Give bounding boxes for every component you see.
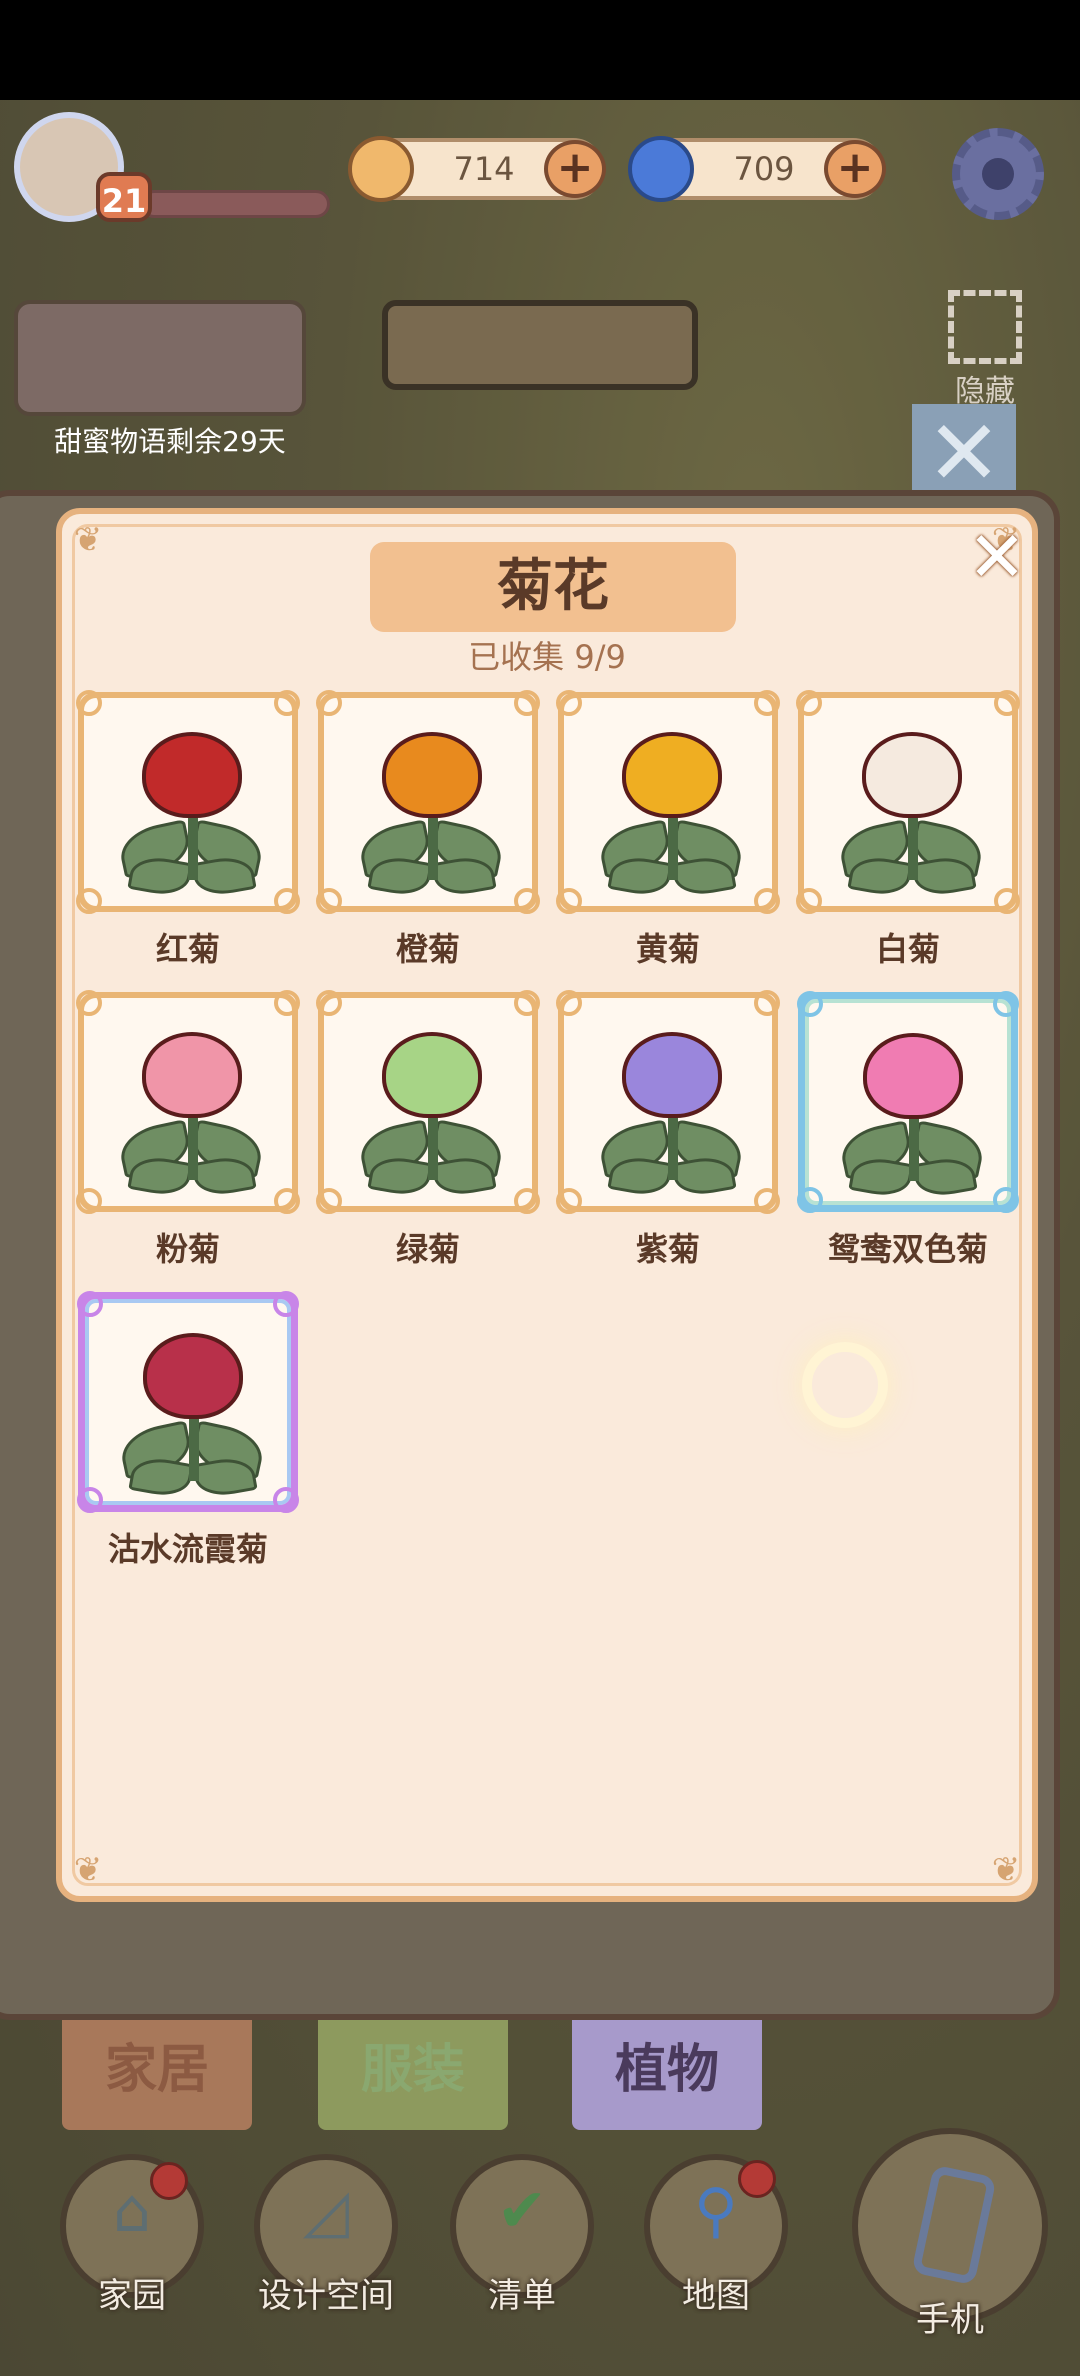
chrysanthemum-icon <box>622 1032 722 1118</box>
checkmark-icon: ✔ <box>496 2176 548 2246</box>
chrysanthemum-icon <box>382 1032 482 1118</box>
corner-ornament-icon: ❦ <box>991 1850 1021 1890</box>
flower-name: 绿菊 <box>395 1230 460 1268</box>
phone-icon <box>911 2164 997 2286</box>
checklist-label: 清单 <box>488 2276 556 2316</box>
gem-amount: 709 <box>733 150 795 188</box>
design-space-label: 设计空间 <box>258 2276 394 2316</box>
collected-count: 已收集 9/9 <box>468 638 626 676</box>
flower-name: 鸳鸯双色菊 <box>827 1230 988 1268</box>
chrysanthemum-icon <box>863 1033 963 1119</box>
flower-tile[interactable] <box>796 690 1020 914</box>
flower-name: 黄菊 <box>635 930 700 968</box>
flower-tile[interactable] <box>77 1291 299 1513</box>
coin-amount: 714 <box>453 150 515 188</box>
corner-ornament-icon: ❦ <box>73 1850 103 1890</box>
notification-dot <box>738 2160 776 2198</box>
flower-tile[interactable] <box>316 690 540 914</box>
chrysanthemum-icon <box>382 732 482 818</box>
flower-name: 白菊 <box>875 930 940 968</box>
ruler-icon: ◿ <box>302 2176 350 2246</box>
flower-tile[interactable] <box>556 990 780 1214</box>
chrysanthemum-icon <box>862 732 962 818</box>
corner-ornament-icon: ❦ <box>73 520 103 560</box>
notification-dot <box>150 2162 188 2200</box>
gem-counter: 709 + <box>628 136 886 202</box>
tab-clothing[interactable]: 服装 <box>318 2020 508 2130</box>
fullscreen-icon <box>948 290 1022 364</box>
phone-label: 手机 <box>916 2300 984 2340</box>
status-bar <box>0 0 1080 100</box>
level-badge: 21 <box>96 172 152 222</box>
flower-tile[interactable] <box>556 690 780 914</box>
flower-name: 沽水流霞菊 <box>107 1530 268 1568</box>
add-coins-button[interactable]: + <box>544 140 606 198</box>
chrysanthemum-icon <box>143 1333 243 1419</box>
chrysanthemum-icon <box>142 732 242 818</box>
tab-plants[interactable]: 植物 <box>572 2020 762 2130</box>
spiral-gem-icon <box>628 136 694 202</box>
flower-name: 粉菊 <box>155 1230 220 1268</box>
hide-ui-button[interactable]: 隐藏 <box>940 290 1030 409</box>
event-countdown: 甜蜜物语剩余29天 <box>54 425 286 458</box>
flower-name: 橙菊 <box>395 930 460 968</box>
coin-counter: 714 + <box>348 136 606 202</box>
flower-name: 紫菊 <box>635 1230 700 1268</box>
modal-title: 菊花 <box>370 542 736 632</box>
settings-gear-icon[interactable] <box>952 128 1044 220</box>
coin-icon <box>348 136 414 202</box>
chrysanthemum-icon <box>622 732 722 818</box>
garden-label: 家园 <box>98 2276 166 2316</box>
sparkle-effect <box>802 1342 888 1428</box>
add-gems-button[interactable]: + <box>824 140 886 198</box>
flower-tile[interactable] <box>797 991 1019 1213</box>
map-label: 地图 <box>682 2276 750 2316</box>
xp-bar <box>140 190 330 218</box>
close-button[interactable]: ✕ <box>964 522 1030 592</box>
flower-tile[interactable] <box>76 690 300 914</box>
tab-home[interactable]: 家居 <box>62 2020 252 2130</box>
chrysanthemum-icon <box>142 1032 242 1118</box>
background-close-button[interactable]: ✕ <box>912 404 1016 504</box>
flower-name: 红菊 <box>155 930 220 968</box>
event-banner[interactable] <box>14 300 306 416</box>
weather-banner[interactable] <box>382 300 698 390</box>
flower-tile[interactable] <box>76 990 300 1214</box>
flower-tile[interactable] <box>316 990 540 1214</box>
chrysanthemum-collection-modal: ❦ ❦ ❦ ❦ 菊花 已收集 9/9 ✕ 红菊 橙菊 黄菊 白菊 粉菊 绿菊 紫菊 鸳鸯双色菊… <box>56 508 1038 1902</box>
